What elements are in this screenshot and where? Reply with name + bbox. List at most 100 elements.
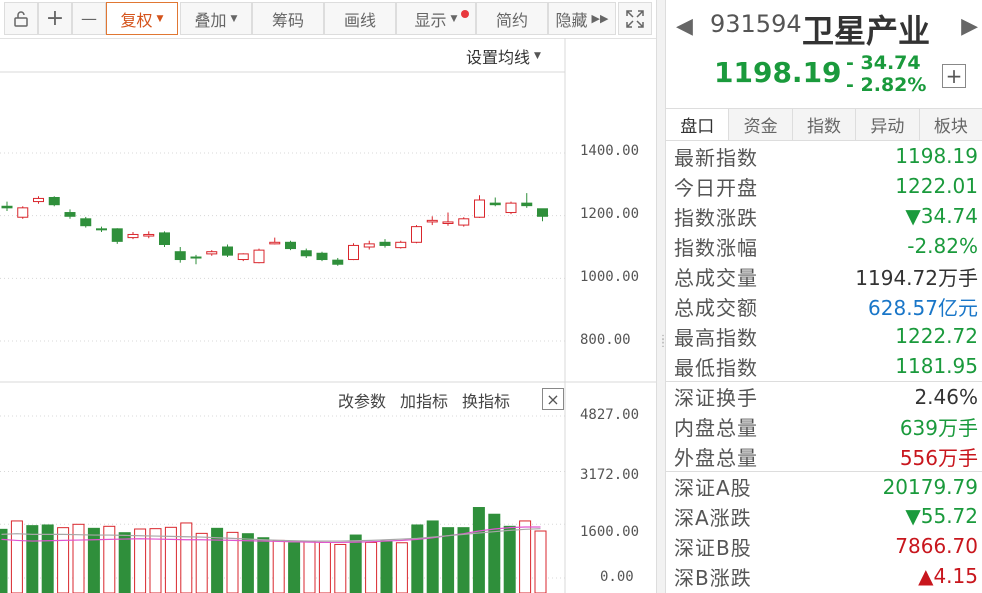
splitter-grip-icon: ⋮ ⋮ <box>658 334 668 349</box>
unlock-icon <box>14 10 28 27</box>
ma-settings-label: 设置均线 <box>466 48 531 67</box>
fuquan-button[interactable]: 复权 ▼ <box>106 2 178 35</box>
quote-row: 最低指数 1181.95 <box>666 351 982 381</box>
quote-row-value: 556万手 <box>899 445 978 470</box>
quote-rows: 最新指数 1198.19 今日开盘 1222.01 指数涨跌 ▼34.74 指数涨幅 -2.8… <box>666 141 982 591</box>
fullscreen-button[interactable] <box>618 2 652 35</box>
candle-body <box>96 228 107 231</box>
close-icon: × <box>546 389 560 409</box>
volume-bar <box>180 522 193 593</box>
quote-row-label: 总成交量 <box>674 265 758 290</box>
hide-button[interactable]: 隐藏 ▶▶ <box>548 2 616 35</box>
quote-row: 总成交量 1194.72万手 <box>666 261 982 291</box>
quote-row: 深证换手 2.46% <box>666 381 982 411</box>
quote-row: 深证B股 7866.70 <box>666 531 982 561</box>
candle-body <box>537 208 548 217</box>
next-stock-arrow-icon[interactable]: ▶ <box>961 14 978 39</box>
candle-body <box>237 253 249 261</box>
ma-settings-button[interactable]: 设置均线 ▼ <box>466 44 541 68</box>
candle-body <box>17 207 29 218</box>
candle-body <box>285 241 296 250</box>
hide-label: 隐藏 <box>555 10 588 30</box>
volume-bar <box>411 524 424 593</box>
price-axis-tick: 800.00 <box>580 332 631 348</box>
zoom-in-button[interactable]: + <box>38 2 72 35</box>
panel-splitter[interactable] <box>656 0 666 593</box>
candle-body <box>395 241 407 249</box>
fullscreen-icon <box>626 9 644 28</box>
change-indicator-button[interactable]: 换指标 <box>462 388 510 412</box>
price-axis-tick: 1400.00 <box>580 143 640 159</box>
candle-body <box>190 256 202 259</box>
quote-row-label: 总成交额 <box>674 295 758 320</box>
kline-chart[interactable] <box>0 38 656 593</box>
candle-body <box>80 218 92 227</box>
candle-body <box>174 251 186 261</box>
quote-row: 今日开盘 1222.01 <box>666 171 982 201</box>
candle-body <box>159 232 170 245</box>
quote-row-value: 20179.79 <box>882 474 978 499</box>
candle-body <box>127 233 139 239</box>
candle-body <box>474 199 485 218</box>
index-name: 卫星产业 <box>802 12 931 50</box>
close-indicator-button[interactable]: × <box>542 388 564 410</box>
price-change: - 34.74 - 2.82% <box>846 52 926 96</box>
overlay-label: 叠加 <box>194 10 227 30</box>
zoom-out-button[interactable]: — <box>72 2 106 35</box>
edit-params-button[interactable]: 改参数 <box>338 388 386 412</box>
draw-line-button[interactable]: 画线 <box>324 2 396 35</box>
quote-row-label: 指数涨跌 <box>674 205 758 230</box>
volume-bar <box>519 520 532 593</box>
volume-bar <box>195 532 208 593</box>
volume-bar <box>365 541 378 593</box>
quote-row-label: 深证换手 <box>674 386 758 410</box>
tab-0[interactable]: 盘口 <box>666 109 729 140</box>
dropdown-caret-icon: ▼ <box>534 51 541 61</box>
tab-2[interactable]: 指数 <box>791 109 856 140</box>
candle-body <box>442 221 454 225</box>
quote-row-value: 1222.72 <box>895 324 978 348</box>
volume-axis-tick: 1600.00 <box>580 524 640 540</box>
chip-button[interactable]: 筹码 <box>252 2 324 35</box>
candle-body <box>253 249 265 264</box>
candle-body <box>458 218 470 226</box>
quote-row-value: 628.57亿元 <box>868 295 978 320</box>
quote-row: 深证A股 20179.79 <box>666 471 982 501</box>
candle-body <box>206 251 218 255</box>
quote-row: 内盘总量 639万手 <box>666 411 982 441</box>
candle-body <box>64 212 76 217</box>
volume-bar <box>380 540 393 593</box>
volume-bar <box>103 525 116 593</box>
candle-body <box>505 202 517 214</box>
volume-axis-tick: 4827.00 <box>580 407 640 423</box>
add-watchlist-button[interactable]: + <box>942 64 966 88</box>
volume-bar <box>334 543 347 593</box>
quote-row: 总成交额 628.57亿元 <box>666 291 982 321</box>
display-button[interactable]: 显示 ▼ <box>396 2 476 35</box>
chart-toolbar: + — 复权 ▼ 叠加 ▼ 筹码 画线 显示 ▼ 简约 隐藏 ▶▶ <box>0 0 656 39</box>
add-indicator-button[interactable]: 加指标 <box>400 388 448 412</box>
quote-row-value: 7866.70 <box>895 534 978 558</box>
quote-row-value: 1194.72万手 <box>855 265 978 290</box>
volume-bar <box>303 540 316 593</box>
candle-body <box>363 243 375 248</box>
quote-row: 最新指数 1198.19 <box>666 141 982 171</box>
quote-row-label: 深A涨跌 <box>674 505 752 530</box>
candle-body <box>521 202 533 207</box>
candle-body <box>48 196 60 206</box>
price-axis-tick: 1200.00 <box>580 206 640 222</box>
volume-bar <box>318 541 331 593</box>
simple-button[interactable]: 简约 <box>476 2 548 35</box>
prev-stock-arrow-icon[interactable]: ◀ <box>676 14 693 39</box>
dropdown-caret-icon: ▼ <box>156 13 164 24</box>
tab-1[interactable]: 资金 <box>728 109 792 140</box>
current-price: 1198.19 <box>714 56 842 89</box>
overlay-button[interactable]: 叠加 ▼ <box>180 2 252 35</box>
tab-3[interactable]: 异动 <box>855 109 919 140</box>
unlock-icon-button[interactable] <box>4 2 38 35</box>
indicator-toolbar: 改参数 加指标 换指标 <box>338 388 510 412</box>
volume-bar <box>503 525 516 593</box>
volume-bar <box>149 528 162 593</box>
tab-4[interactable]: 板块 <box>918 109 982 140</box>
quote-row-label: 深证B股 <box>674 535 752 560</box>
